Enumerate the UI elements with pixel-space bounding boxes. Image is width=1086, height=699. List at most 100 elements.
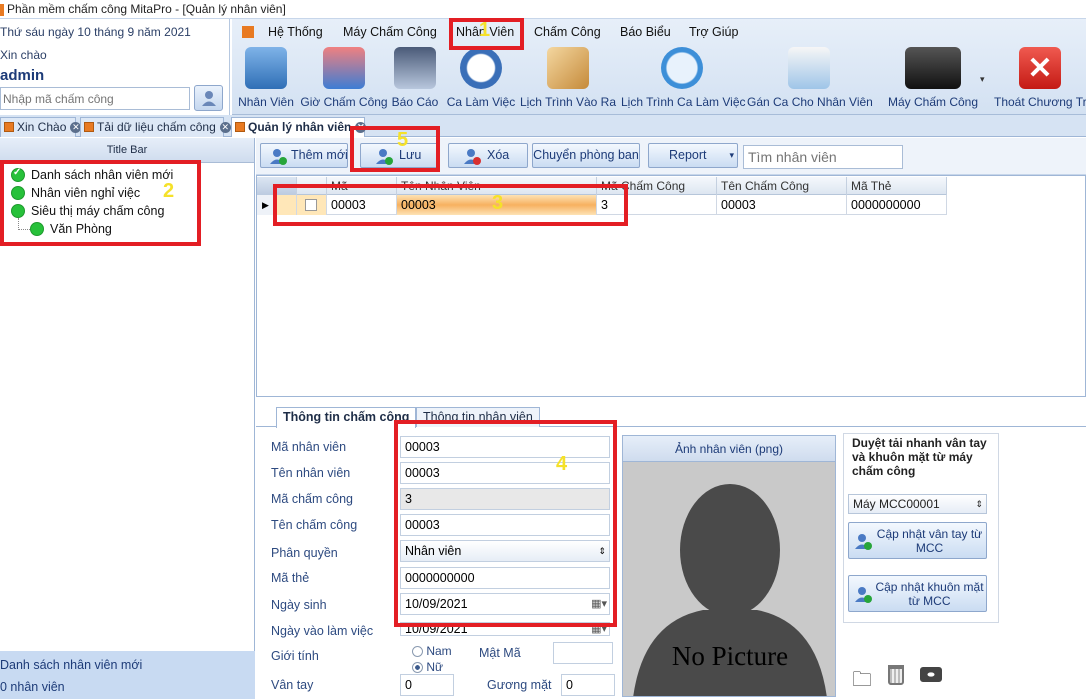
assign-shift-icon — [788, 47, 830, 89]
update-face-button[interactable]: Cập nhật khuôn mặt từ MCC — [848, 575, 987, 612]
menu-bao-bieu[interactable]: Báo Biểu — [620, 25, 671, 39]
label-employee-code: Mã nhân viên — [271, 440, 347, 454]
highlight-box-3 — [273, 184, 628, 226]
fingerprint-machine-icon — [905, 47, 961, 89]
transfer-department-button[interactable]: Chuyển phòng ban — [532, 143, 640, 168]
label-face: Gương mặt — [487, 678, 552, 692]
folder-icon[interactable]: 🗀 — [852, 665, 872, 699]
app-menu-icon[interactable] — [242, 26, 254, 38]
toolbar: Thêm mới Lưu Xóa Chuyển phòng ban Report… — [256, 126, 1086, 175]
report-icon — [394, 47, 436, 89]
exit-icon: ✕ — [1019, 47, 1061, 89]
annotation-2: 2 — [163, 180, 175, 202]
update-fingerprint-button[interactable]: Cập nhật vân tay từ MCC — [848, 522, 987, 559]
highlight-box-5 — [350, 126, 440, 172]
search-employee-input[interactable] — [743, 145, 903, 169]
employee-icon — [245, 47, 287, 89]
employee-photo[interactable]: Ảnh nhân viên (png) No Picture — [622, 435, 836, 697]
tab-xin-chao[interactable]: Xin Chào ✕ — [0, 117, 82, 137]
footer-count: 0 nhân viên — [0, 680, 65, 694]
user-panel: Thứ sáu ngày 10 tháng 9 năm 2021 Xin chà… — [0, 19, 230, 115]
cell-ma-the[interactable]: 0000000000 — [847, 195, 947, 215]
calendar-icon — [661, 47, 703, 89]
document-tabs: Xin Chào ✕ Tải dữ liệu chấm công ✕ Quản lý… — [0, 115, 1086, 137]
gender-male-radio[interactable]: Nam — [412, 644, 452, 658]
tab-tai-du-lieu[interactable]: Tải dữ liệu chấm công ✕ — [80, 117, 231, 137]
face-count-field[interactable]: 0 — [561, 674, 615, 696]
highlight-box-2 — [0, 160, 201, 246]
menu-bar: Hệ Thống Máy Chấm Công Nhân Viên Chấm Cô… — [232, 19, 1086, 45]
col-ma-the[interactable]: Mã Thẻ — [847, 177, 947, 195]
annotation-1: 1 — [479, 19, 491, 41]
label-employee-name: Tên nhân viên — [271, 466, 351, 480]
trash-icon[interactable] — [888, 665, 904, 685]
ribbon-bao-cao-button[interactable]: Báo Cáo — [390, 47, 440, 113]
ribbon-lich-trinh-vao-ra-button[interactable]: Lịch Trình Vào Ra — [518, 47, 618, 113]
fingerprint-count-field[interactable]: 0 — [400, 674, 454, 696]
machine-select[interactable]: Máy MCC00001 ⇕ — [848, 494, 987, 514]
ribbon: Hệ Thống Máy Chấm Công Nhân Viên Chấm Cô… — [232, 19, 1086, 115]
ribbon-gan-ca-button[interactable]: Gán Ca Cho Nhân Viên — [747, 47, 873, 113]
photo-title: Ảnh nhân viên (png) — [623, 436, 835, 462]
greeting: Xin chào — [0, 48, 47, 62]
highlight-box-4 — [394, 420, 617, 627]
employee-grid: Mã Tên Nhân Viên Mã Chấm Công Tên Chấm C… — [256, 175, 1086, 397]
camera-icon[interactable] — [920, 667, 942, 682]
cell-ten-cham-cong[interactable]: 00003 — [717, 195, 847, 215]
ribbon-exit-button[interactable]: ✕ Thoát Chương Trình — [994, 47, 1086, 113]
machine-dropdown-arrow-icon[interactable]: ▾ — [980, 74, 985, 85]
label-attendance-code: Mã chấm công — [271, 492, 353, 506]
label-card-code: Mã thẻ — [271, 571, 310, 585]
label-start-date: Ngày vào làm việc — [271, 624, 374, 638]
detail-tabs: Thông tin chấm công Thông tin nhân viên — [256, 405, 1086, 428]
tab-quan-ly-nhan-vien[interactable]: Quản lý nhân viên ✕ — [231, 117, 367, 137]
no-picture-text: No Picture — [671, 641, 789, 671]
chevron-updown-icon: ⇕ — [975, 499, 983, 509]
menu-he-thong[interactable]: Hệ Thống — [268, 25, 323, 39]
tab-icon — [235, 122, 245, 132]
annotation-4: 4 — [556, 453, 568, 475]
label-role: Phân quyền — [271, 546, 338, 560]
panel-footer: Danh sách nhân viên mới 0 nhân viên — [0, 651, 255, 699]
fingerprint-user-icon — [855, 534, 872, 550]
menu-tro-giup[interactable]: Trợ Giúp — [689, 25, 738, 39]
sync-panel-title: Duyệt tải nhanh vân tay và khuôn mặt từ … — [852, 436, 987, 478]
footer-title: Danh sách nhân viên mới — [0, 658, 143, 672]
label-fingerprint: Vân tay — [271, 678, 314, 692]
current-date: Thứ sáu ngày 10 tháng 9 năm 2021 — [0, 25, 191, 39]
add-button[interactable]: Thêm mới — [260, 143, 348, 168]
ribbon-may-cham-cong-button[interactable]: Máy Chấm Công — [887, 47, 979, 113]
ribbon-nhan-vien-button[interactable]: Nhân Viên — [234, 47, 298, 113]
close-icon[interactable]: ✕ — [219, 122, 231, 134]
menu-cham-cong[interactable]: Chấm Công — [534, 25, 601, 39]
label-gender: Giới tính — [271, 649, 319, 663]
sync-panel: Duyệt tải nhanh vân tay và khuôn mặt từ … — [843, 433, 999, 623]
password-field[interactable] — [553, 642, 613, 664]
attendance-code-input[interactable] — [0, 87, 190, 110]
user-lookup-button[interactable] — [194, 85, 223, 111]
label-attendance-name: Tên chấm công — [271, 518, 358, 532]
tab-icon — [4, 122, 14, 132]
annotation-5: 5 — [397, 129, 409, 151]
menu-may-cham-cong[interactable]: Máy Chấm Công — [343, 25, 437, 39]
label-password: Mật Mã — [479, 646, 521, 660]
col-ten-cham-cong[interactable]: Tên Chấm Công — [717, 177, 847, 195]
annotation-3: 3 — [492, 192, 504, 214]
ribbon-lich-trinh-ca-button[interactable]: Lịch Trình Ca Làm Việc — [621, 47, 746, 113]
detail-section: Thông tin chấm công Thông tin nhân viên … — [256, 397, 1086, 699]
delete-button[interactable]: Xóa — [448, 143, 528, 168]
report-dropdown[interactable]: Report ▾ — [648, 143, 738, 168]
window-title: Phần mềm chấm công MitaPro - [Quản lý nh… — [0, 0, 1086, 19]
ribbon-gio-cham-cong-button[interactable]: Giờ Chấm Công — [300, 47, 388, 113]
radio-selected-icon — [412, 662, 423, 674]
gender-female-radio[interactable]: Nữ — [412, 660, 443, 674]
add-user-icon — [270, 149, 287, 165]
username: admin — [0, 67, 45, 84]
schedule-icon — [547, 47, 589, 89]
alarm-clock-icon — [460, 47, 502, 89]
ribbon-ca-lam-viec-button[interactable]: Ca Làm Việc — [446, 47, 516, 113]
app-icon — [0, 3, 4, 16]
face-user-icon — [855, 587, 872, 603]
user-search-icon — [201, 91, 216, 106]
attendance-time-icon — [323, 47, 365, 89]
